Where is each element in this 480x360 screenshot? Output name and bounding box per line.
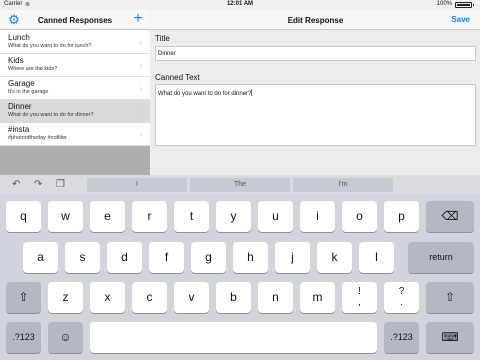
battery-icon xyxy=(455,2,474,8)
key-q[interactable]: q xyxy=(6,201,41,232)
key-r[interactable]: r xyxy=(132,201,167,232)
text-caret xyxy=(251,89,253,96)
detail-nav-bar: Edit Response Save xyxy=(151,10,480,30)
key-u[interactable]: u xyxy=(258,201,293,232)
chevron-right-icon: › xyxy=(139,130,142,139)
key-s[interactable]: s xyxy=(65,242,100,273)
chevron-right-icon: › xyxy=(139,38,142,47)
numbers-key-left[interactable]: .?123 xyxy=(6,322,41,353)
battery-percent: 100% xyxy=(436,1,452,7)
key-question-period[interactable]: ? . xyxy=(384,282,419,313)
shift-key-left[interactable]: ⇧ xyxy=(6,282,41,313)
return-key[interactable]: return xyxy=(408,242,474,273)
list-item-subtitle: Where are the kids? xyxy=(8,66,58,72)
list-item-title: Kids xyxy=(8,56,24,65)
list-item[interactable]: Kids Where are the kids? › xyxy=(0,54,150,77)
delete-key[interactable]: ⌫ xyxy=(426,201,474,232)
canned-text-label: Canned Text xyxy=(155,73,200,82)
list-item[interactable]: Lunch What do you want to do for lunch? … xyxy=(0,31,150,54)
canned-text-value: What do you want to do for dinner? xyxy=(158,91,252,97)
key-f[interactable]: f xyxy=(149,242,184,273)
paste-icon[interactable]: ❐ xyxy=(56,179,65,190)
chevron-right-icon: › xyxy=(139,61,142,70)
key-v[interactable]: v xyxy=(174,282,209,313)
key-b[interactable]: b xyxy=(216,282,251,313)
title-label: Title xyxy=(155,34,170,43)
shift-key-right[interactable]: ⇧ xyxy=(426,282,474,313)
redo-icon[interactable]: ↷ xyxy=(34,179,42,190)
master-panel: ⚙ Canned Responses + Lunch What do you w… xyxy=(0,10,150,176)
key-h[interactable]: h xyxy=(233,242,268,273)
status-bar: Carrier ≋ 12:01 AM 100% xyxy=(0,0,480,10)
list-item-title: #insta xyxy=(8,125,30,134)
list-item-subtitle: What do you want to do for lunch? xyxy=(8,43,92,49)
key-exclaim-comma[interactable]: ! , xyxy=(342,282,377,313)
master-nav-bar: ⚙ Canned Responses + xyxy=(0,10,150,30)
list-item[interactable]: Garage It's in the garage › xyxy=(0,77,150,100)
key-o[interactable]: o xyxy=(342,201,377,232)
numbers-key-right[interactable]: .?123 xyxy=(384,322,419,353)
key-z[interactable]: z xyxy=(48,282,83,313)
key-y[interactable]: y xyxy=(216,201,251,232)
suggestion-1[interactable]: I xyxy=(87,178,187,192)
key-a[interactable]: a xyxy=(23,242,58,273)
key-question-label: ? xyxy=(398,286,405,297)
key-e[interactable]: e xyxy=(90,201,125,232)
keyboard: ↶ ↷ ❐ I The I'm q w e r t y u i o p ⌫ a … xyxy=(0,175,480,360)
keyboard-dismiss-icon[interactable]: ⌨ xyxy=(426,322,474,353)
space-bar[interactable] xyxy=(90,322,377,353)
key-p[interactable]: p xyxy=(384,201,419,232)
title-field[interactable]: Dinner xyxy=(155,46,476,61)
list-item-title: Dinner xyxy=(8,102,32,111)
key-w[interactable]: w xyxy=(48,201,83,232)
master-empty-area xyxy=(0,146,150,176)
master-title: Canned Responses xyxy=(37,16,113,25)
list-item-subtitle: #photooftheday #nofilter xyxy=(8,135,68,141)
key-i[interactable]: i xyxy=(300,201,335,232)
key-d[interactable]: d xyxy=(107,242,142,273)
undo-icon[interactable]: ↶ xyxy=(12,179,20,190)
response-list: Lunch What do you want to do for lunch? … xyxy=(0,31,150,146)
canned-text-area[interactable]: What do you want to do for dinner? xyxy=(155,84,476,146)
list-item-subtitle: It's in the garage xyxy=(8,89,49,95)
list-item-subtitle: What do you want to do for dinner? xyxy=(8,112,94,118)
clock: 12:01 AM xyxy=(226,1,254,7)
key-period-label: . xyxy=(400,297,403,308)
detail-title: Edit Response xyxy=(287,16,344,25)
list-item[interactable]: #insta #photooftheday #nofilter › xyxy=(0,123,150,146)
suggestion-2[interactable]: The xyxy=(190,178,290,192)
list-item-selected[interactable]: Dinner What do you want to do for dinner… xyxy=(0,100,150,123)
key-exclaim-label: ! xyxy=(358,286,361,297)
key-t[interactable]: t xyxy=(174,201,209,232)
key-j[interactable]: j xyxy=(275,242,310,273)
key-g[interactable]: g xyxy=(191,242,226,273)
key-l[interactable]: l xyxy=(359,242,394,273)
key-x[interactable]: x xyxy=(90,282,125,313)
suggestion-3[interactable]: I'm xyxy=(293,178,393,192)
plus-icon[interactable]: + xyxy=(131,11,145,27)
list-item-title: Lunch xyxy=(8,33,30,42)
key-comma-label: , xyxy=(358,297,361,308)
key-c[interactable]: c xyxy=(132,282,167,313)
chevron-right-icon: › xyxy=(139,84,142,93)
chevron-right-icon: › xyxy=(139,107,142,116)
key-k[interactable]: k xyxy=(317,242,352,273)
detail-panel: Edit Response Save Title Dinner Canned T… xyxy=(151,10,480,175)
list-item-title: Garage xyxy=(8,79,35,88)
key-m[interactable]: m xyxy=(300,282,335,313)
emoji-icon[interactable]: ☺ xyxy=(48,322,83,353)
key-n[interactable]: n xyxy=(258,282,293,313)
keyboard-shortcut-bar: ↶ ↷ ❐ I The I'm xyxy=(0,175,480,195)
save-button[interactable]: Save xyxy=(451,15,470,24)
